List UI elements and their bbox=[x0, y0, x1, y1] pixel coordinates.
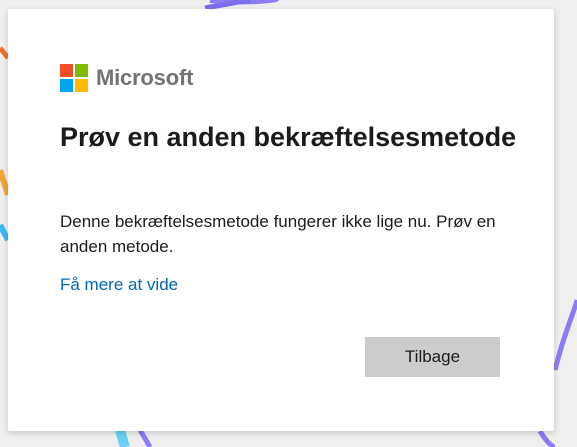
dialog-card: Microsoft Prøv en anden bekræftelsesmeto… bbox=[8, 9, 554, 431]
microsoft-logo-icon bbox=[60, 64, 88, 92]
page-background: Microsoft Prøv en anden bekræftelsesmeto… bbox=[0, 0, 577, 447]
learn-more-link[interactable]: Få mere at vide bbox=[60, 275, 178, 295]
microsoft-logo: Microsoft bbox=[60, 64, 193, 92]
description-text: Denne bekræftelsesmetode fungerer ikke l… bbox=[60, 212, 496, 256]
logo-wordmark: Microsoft bbox=[96, 65, 194, 90]
page-title: Prøv en anden bekræftelsesmetode bbox=[60, 122, 517, 152]
back-button[interactable]: Tilbage bbox=[365, 337, 500, 377]
